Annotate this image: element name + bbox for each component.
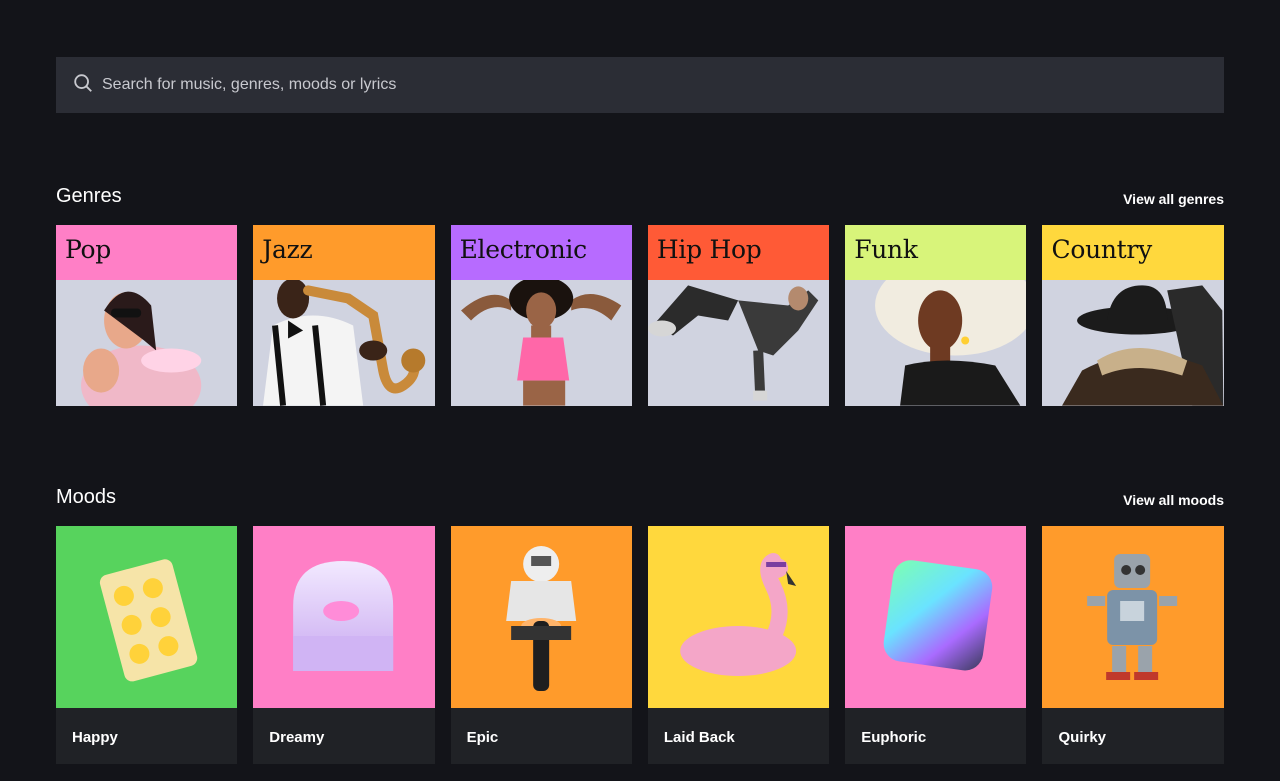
moods-row: Happy Dreamy Epic Laid Back Euphoric Qui… — [56, 526, 1224, 764]
mood-card-happy[interactable]: Happy — [56, 526, 238, 764]
search-icon — [72, 72, 94, 99]
mood-card-dreamy[interactable]: Dreamy — [253, 526, 435, 764]
mood-label: Euphoric — [845, 708, 1027, 764]
mood-label: Quirky — [1042, 708, 1224, 764]
mood-label: Dreamy — [253, 708, 435, 764]
genre-label: Country — [1042, 225, 1224, 280]
pop-image — [56, 280, 238, 406]
country-image — [1042, 280, 1224, 406]
genre-card-hip-hop[interactable]: Hip Hop — [647, 225, 830, 406]
laid-back-image — [647, 526, 830, 708]
search-bar[interactable] — [56, 57, 1224, 113]
epic-image — [450, 526, 632, 708]
hip-hop-image — [647, 280, 830, 406]
genre-label: Jazz — [253, 225, 435, 280]
genre-label: Pop — [56, 225, 238, 280]
genre-card-jazz[interactable]: Jazz — [253, 225, 435, 406]
euphoric-image — [845, 526, 1027, 708]
jazz-image — [253, 280, 435, 406]
genres-row: Pop Jazz Electronic Hip Hop Funk Country — [56, 225, 1224, 406]
happy-image — [56, 526, 238, 708]
mood-label: Epic — [450, 708, 632, 764]
genre-card-country[interactable]: Country — [1042, 225, 1224, 406]
mood-card-epic[interactable]: Epic — [450, 526, 632, 764]
moods-heading: Moods — [56, 486, 117, 508]
genre-label: Electronic — [450, 225, 632, 280]
quirky-image — [1042, 526, 1224, 708]
mood-label: Happy — [56, 708, 238, 764]
genre-label: Hip Hop — [647, 225, 830, 280]
genre-card-electronic[interactable]: Electronic — [450, 225, 632, 406]
dreamy-image — [253, 526, 435, 708]
view-all-moods-link[interactable]: View all moods — [1123, 492, 1224, 508]
genres-heading: Genres — [56, 185, 122, 207]
mood-card-euphoric[interactable]: Euphoric — [845, 526, 1027, 764]
electronic-image — [450, 280, 632, 406]
mood-card-quirky[interactable]: Quirky — [1042, 526, 1224, 764]
genre-card-funk[interactable]: Funk — [845, 225, 1027, 406]
view-all-genres-link[interactable]: View all genres — [1123, 191, 1224, 207]
mood-card-laid-back[interactable]: Laid Back — [647, 526, 830, 764]
search-input[interactable] — [102, 57, 1202, 113]
mood-label: Laid Back — [647, 708, 830, 764]
genre-card-pop[interactable]: Pop — [56, 225, 238, 406]
funk-image — [845, 280, 1027, 406]
genre-label: Funk — [845, 225, 1027, 280]
